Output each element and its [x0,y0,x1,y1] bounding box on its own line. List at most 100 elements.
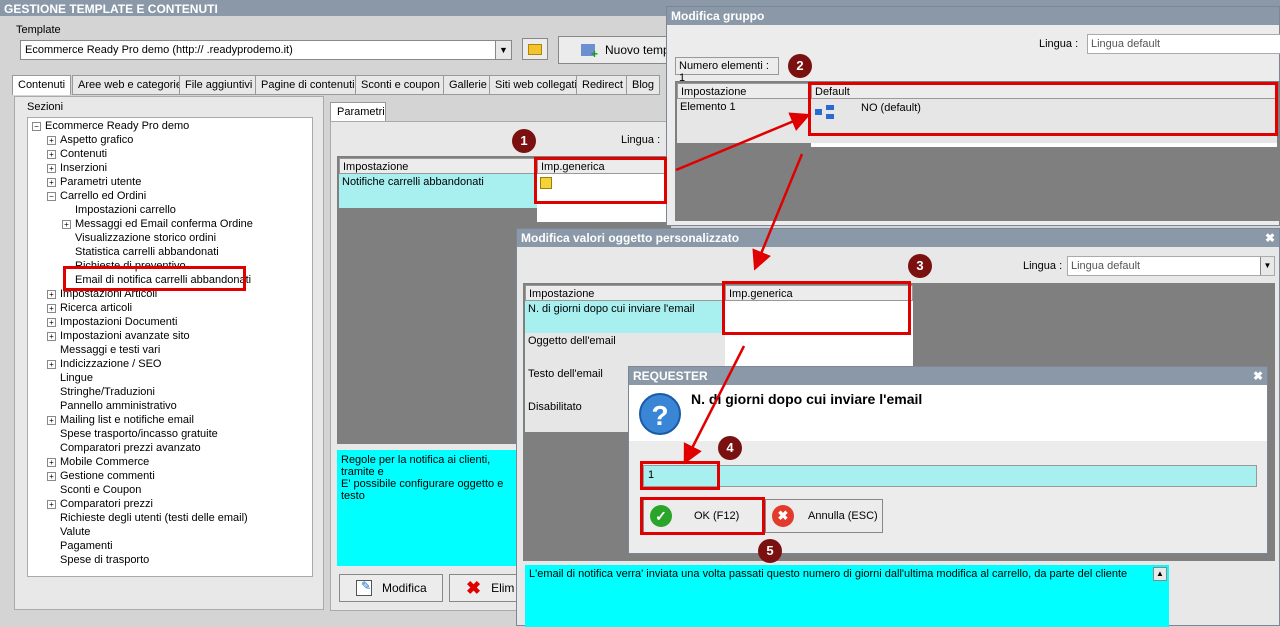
tree-item[interactable]: Pannello amministrativo [47,400,177,412]
tree-item[interactable]: + Inserzioni [47,162,107,174]
close-icon[interactable]: ✖ [1253,369,1263,383]
collapse-icon[interactable]: − [47,191,56,201]
expand-icon[interactable]: + [47,471,56,481]
group-window: Modifica gruppo Lingua : Lingua default … [666,6,1280,226]
tab-label: Redirect [582,79,623,91]
tree-item[interactable]: Richieste degli utenti (testi delle emai… [47,512,248,524]
section-tree[interactable]: − Ecommerce Ready Pro demo + Aspetto grafic… [27,117,313,577]
modify-button[interactable]: ✎ Modifica [339,574,443,602]
params-tab[interactable]: Parametri [330,102,386,122]
tree-item[interactable]: Valute [47,526,90,538]
tree-item[interactable]: − Carrello ed Ordini [47,190,146,202]
tree-item-label: Mobile Commerce [60,456,150,468]
expand-icon[interactable]: + [47,303,56,313]
marker-2: 2 [788,54,812,78]
row-generic-cell[interactable] [537,174,667,222]
tree-item-label: Sconti e Coupon [60,484,142,496]
tree-item[interactable]: + Impostazioni avanzate sito [47,330,190,342]
close-icon[interactable]: ✖ [1265,231,1275,245]
tree-item-label: Impostazioni Documenti [60,316,178,328]
description-line2: E' possibile configurare oggetto e testo [341,478,504,502]
tree-item[interactable]: Visualizzazione storico ordini [62,232,216,244]
tree-item[interactable]: Spese trasporto/incasso gratuite [47,428,218,440]
expand-icon[interactable]: + [47,359,56,369]
tree-item-label: Ricerca articoli [60,302,133,314]
tree-item-label: Comparatori prezzi [60,498,153,510]
expand-icon[interactable]: + [62,219,71,229]
tab-siti-collegati[interactable]: Siti web collegati [489,75,583,95]
tree-item[interactable]: + Gestione commenti [47,470,155,482]
custom-row-2-value[interactable] [725,333,913,366]
tree-item[interactable]: Email di notifica carrelli abbandonati [62,274,251,286]
ok-button[interactable]: ✓ OK (F12) [643,499,763,533]
row-setting-cell[interactable]: Notifiche carrelli abbandonati [339,174,537,208]
tree-item[interactable]: Stringhe/Traduzioni [47,386,155,398]
tree-item[interactable]: + Comparatori prezzi [47,498,153,510]
custom-description-text: L'email di notifica verra' inviata una v… [529,568,1128,580]
group-grid[interactable]: Impostazione Default Elemento 1 NO (defa… [675,81,1280,221]
tree-item[interactable]: Messaggi e testi vari [47,344,160,356]
tab-label: Gallerie [449,79,487,91]
tree-item[interactable]: + Impostazioni Articoli [47,288,157,300]
tree-item-label: Richieste degli utenti (testi delle emai… [60,512,248,524]
custom-lingua-select[interactable]: Lingua default ▼ [1067,256,1275,276]
tree-item[interactable]: + Impostazioni Documenti [47,316,177,328]
tree-item[interactable]: + Mobile Commerce [47,456,149,468]
tab-pagine[interactable]: Pagine di contenuti [255,75,361,95]
tab-label: Pagine di contenuti [261,79,355,91]
template-select[interactable]: Ecommerce Ready Pro demo (http:// .ready… [20,40,512,60]
tab-blog[interactable]: Blog [626,75,661,95]
tree-item[interactable]: + Contenuti [47,148,107,160]
custom-row-1-value[interactable] [725,301,913,333]
tree-item[interactable]: Impostazioni carrello [62,204,176,216]
tree-item[interactable]: + Parametri utente [47,176,141,188]
expand-icon[interactable]: + [47,457,56,467]
cancel-button[interactable]: ✖ Annulla (ESC) [765,499,883,533]
tree-item[interactable]: + Mailing list e notifiche email [47,414,194,426]
expand-icon[interactable]: + [47,415,56,425]
tab-redirect[interactable]: Redirect [576,75,629,95]
tree-item[interactable]: Statistica carrelli abbandonati [62,246,219,258]
collapse-icon[interactable]: − [32,121,41,131]
group-row-default[interactable]: NO (default) [811,99,1277,143]
tab-aree-web[interactable]: Aree web e categorie [72,75,188,95]
add-icon: + [581,44,598,60]
open-folder-button[interactable] [522,38,548,60]
custom-row-2[interactable]: Oggetto dell'email [525,333,725,366]
tab-file-aggiuntivi[interactable]: File aggiuntivi [179,75,259,95]
group-row-setting[interactable]: Elemento 1 [677,99,811,143]
requester-input[interactable]: 1 [643,465,1257,487]
expand-icon[interactable]: + [47,289,56,299]
expand-icon[interactable]: + [47,163,56,173]
tree-item-label: Valute [60,526,91,538]
tab-contenuti[interactable]: Contenuti [12,75,72,95]
tab-sconti[interactable]: Sconti e coupon [355,75,446,95]
expand-icon[interactable]: + [47,317,56,327]
expand-icon[interactable]: + [47,135,56,145]
group-lingua-select[interactable]: Lingua default [1087,34,1280,54]
tree-item[interactable]: Spese di trasporto [47,554,149,566]
scroll-up-icon[interactable]: ▲ [1153,567,1167,581]
note-icon [540,177,552,189]
tree-item[interactable]: Comparatori prezzi avanzato [47,442,201,454]
tree-item[interactable]: Lingue [47,372,93,384]
tree-item[interactable]: Pagamenti [47,540,113,552]
tab-gallerie[interactable]: Gallerie [443,75,493,95]
tree-item[interactable]: − Ecommerce Ready Pro demo [32,120,189,132]
expand-icon[interactable]: + [47,177,56,187]
tree-item[interactable]: + Ricerca articoli [47,302,132,314]
element-count: Numero elementi : 1 [675,57,779,84]
new-template-button[interactable]: + Nuovo temp [558,36,678,64]
tree-item[interactable]: Richieste di preventivo [62,260,186,272]
expand-icon[interactable]: + [47,149,56,159]
marker-5: 5 [758,539,782,563]
custom-row-1[interactable]: N. di giorni dopo cui inviare l'email [525,301,725,333]
expand-icon[interactable]: + [47,331,56,341]
tree-item[interactable]: + Indicizzazione / SEO [47,358,162,370]
tree-item[interactable]: Sconti e Coupon [47,484,141,496]
expand-icon[interactable]: + [47,499,56,509]
tree-item[interactable]: + Aspetto grafico [47,134,133,146]
tree-item[interactable]: + Messaggi ed Email conferma Ordine [62,218,253,230]
custom-col-setting: Impostazione [525,285,725,301]
check-icon: ✓ [650,505,672,527]
